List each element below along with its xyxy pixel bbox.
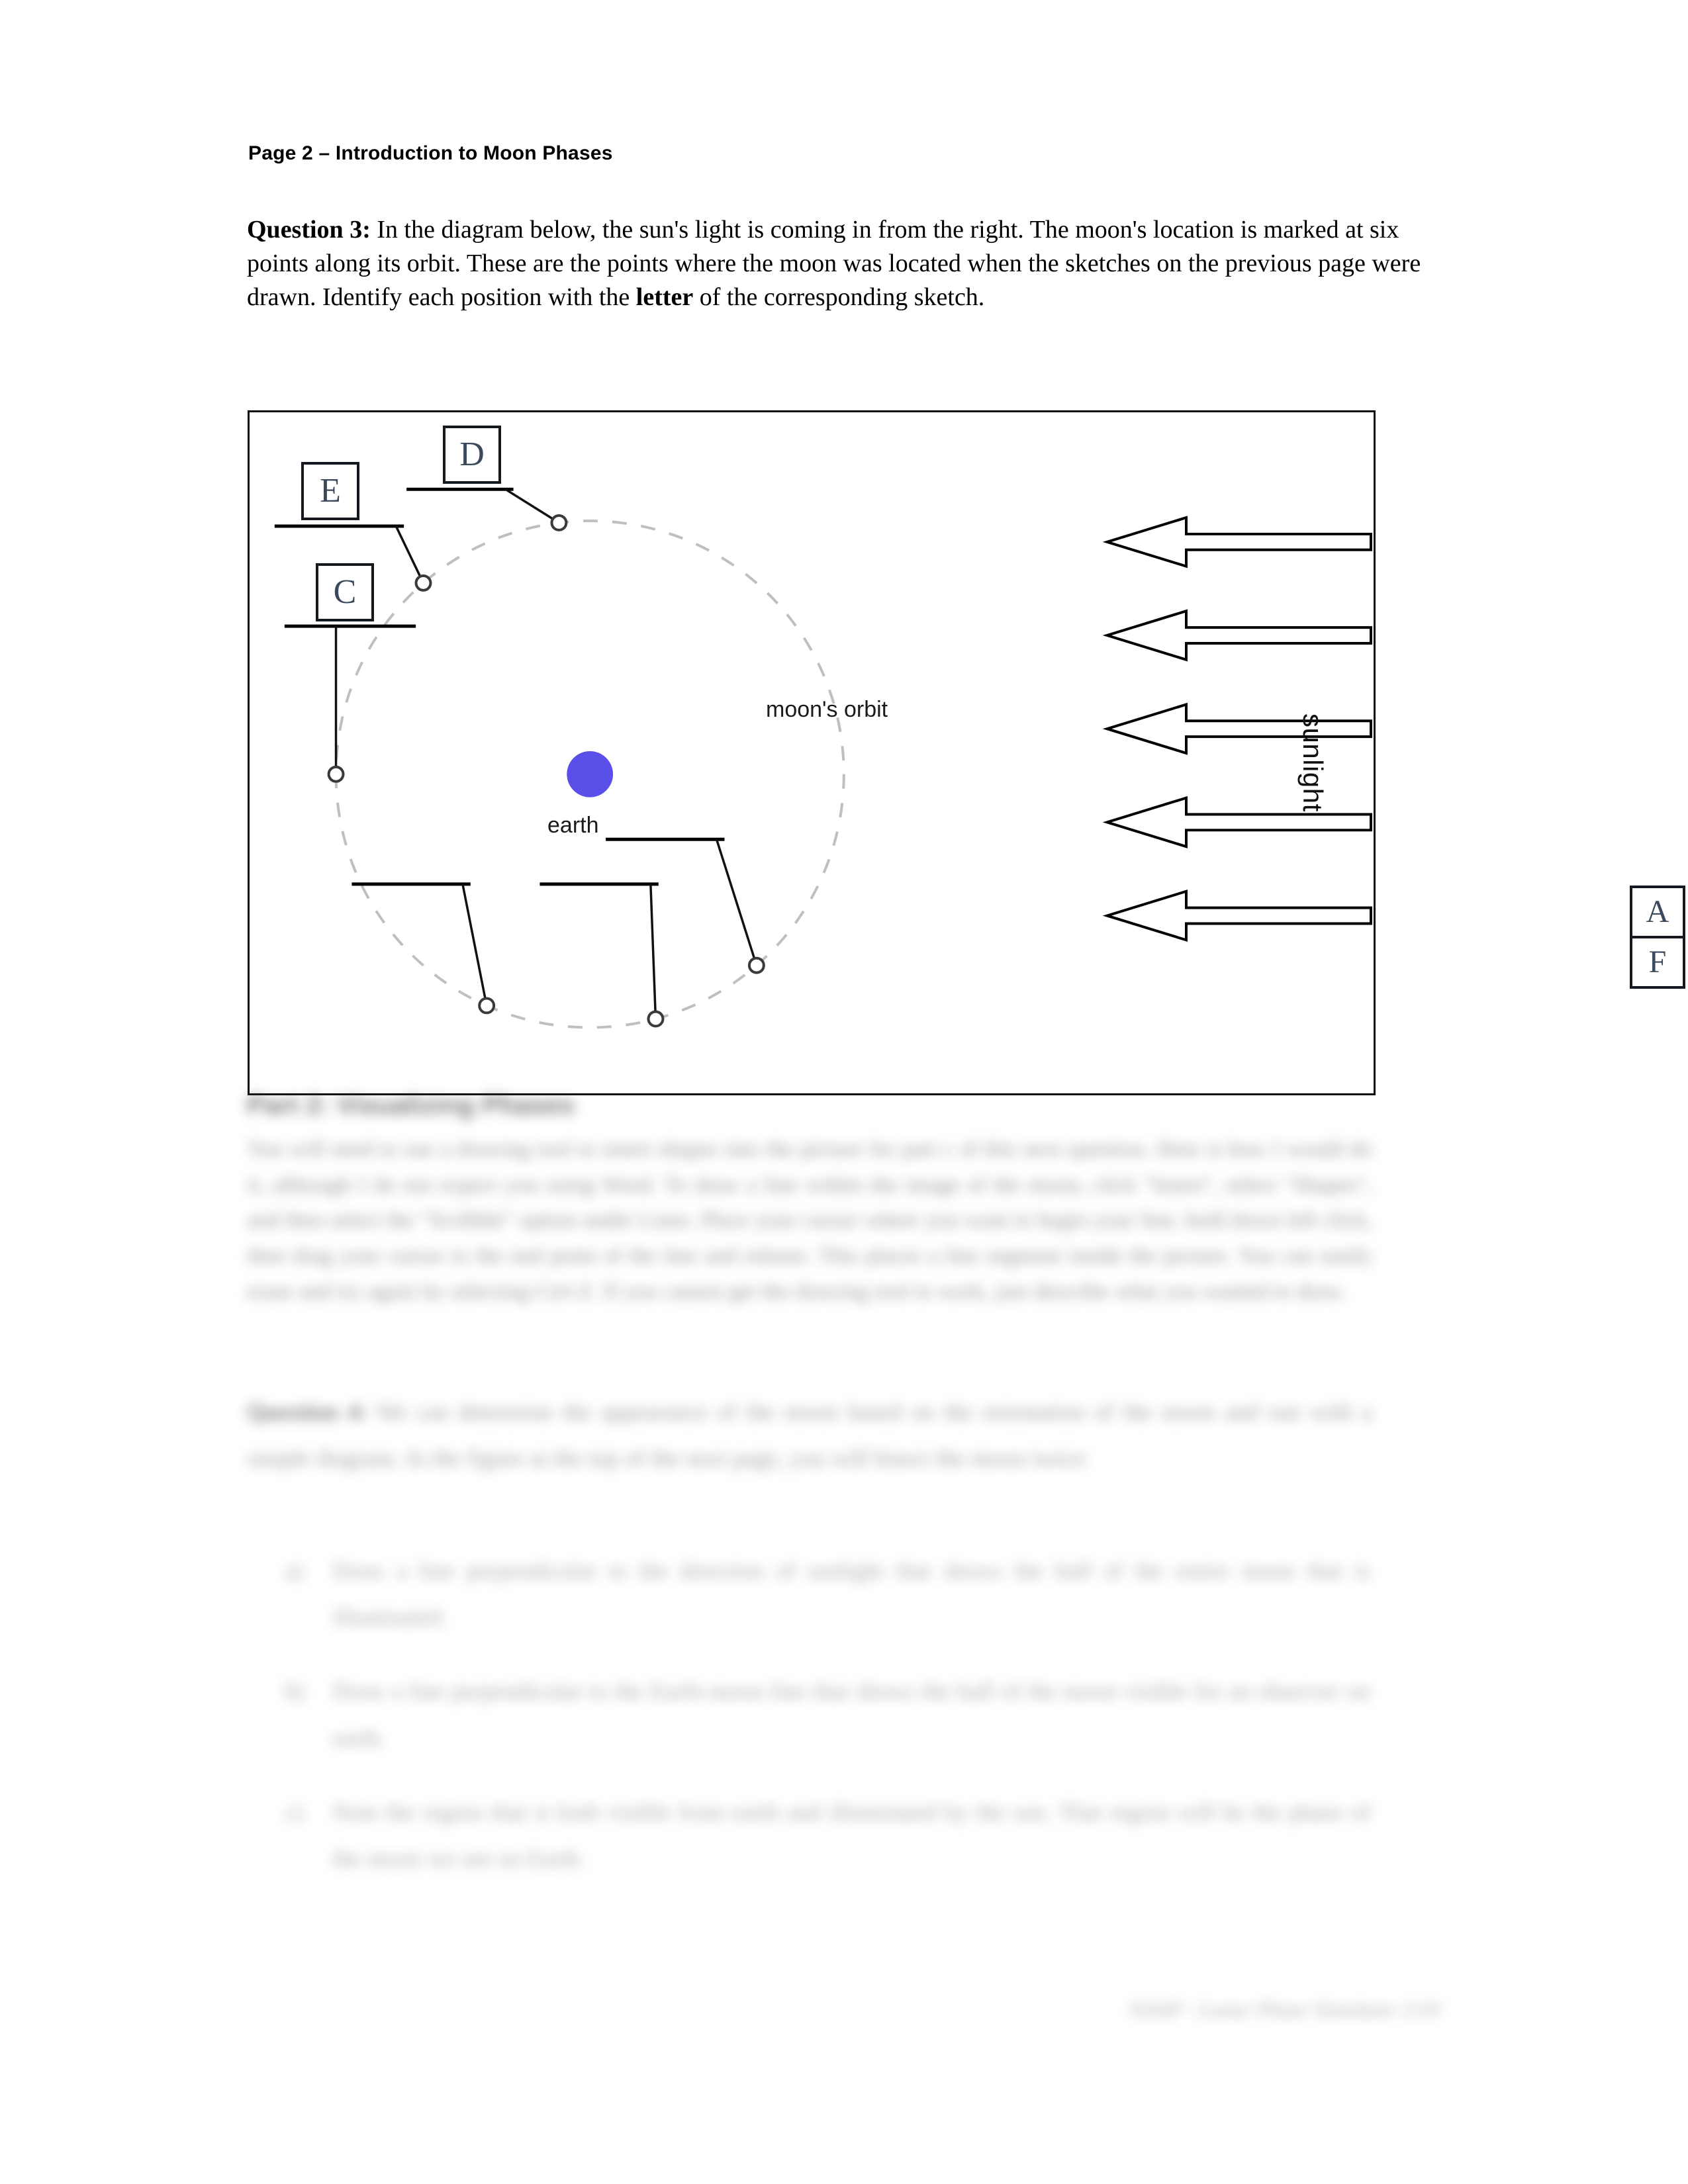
diagram-canvas xyxy=(274,487,1373,1029)
list-item-marker: c) xyxy=(285,1798,303,1825)
part2-paragraph: You will need to use a drawing tool to i… xyxy=(247,1137,1372,1304)
letter-box-e[interactable]: E xyxy=(301,462,359,520)
letter-box-label: F xyxy=(1648,944,1667,979)
list-item: c) Note the region that is both visible … xyxy=(285,1789,1370,1882)
list-item-marker: b) xyxy=(285,1678,305,1705)
blurred-lower-content: Part 2: Visualizing Phases You will need… xyxy=(0,1091,1688,2123)
question-4-list: a) Draw a line perpendicular to the dire… xyxy=(285,1547,1370,1909)
letter-box-c[interactable]: C xyxy=(316,563,374,621)
earth-circle xyxy=(567,751,614,797)
leader-line xyxy=(461,884,488,1006)
question-3-block: Question 3: In the diagram below, the su… xyxy=(247,213,1432,314)
sunlight-arrow xyxy=(1102,702,1373,755)
earth-label: earth xyxy=(547,813,599,838)
letter-box-label: E xyxy=(320,472,341,510)
moon-position-marker[interactable] xyxy=(550,514,568,531)
letter-box-f[interactable]: F xyxy=(1630,936,1685,989)
leader-line xyxy=(395,525,425,584)
moon-position-marker[interactable] xyxy=(414,574,432,592)
page-footer: NAAP - Lunar Phase Simulator 2/10 xyxy=(1129,1997,1440,2021)
letter-box-label: C xyxy=(333,573,357,611)
question-3-text-part2: of the corresponding sketch. xyxy=(693,283,985,311)
sunlight-arrow xyxy=(1102,889,1373,942)
moon-phase-diagram: moon's orbit earth sunlight D E C xyxy=(248,410,1376,1095)
sunlight-arrow-group xyxy=(1102,516,1373,942)
leader-line xyxy=(504,488,560,524)
moon-position-marker[interactable] xyxy=(647,1010,665,1028)
list-item-text: Note the region that is both visible fro… xyxy=(332,1798,1370,1872)
sunlight-arrow xyxy=(1102,516,1373,569)
question-3-label: Question 3: xyxy=(247,216,371,244)
letter-box-d[interactable]: D xyxy=(443,426,501,484)
leader-line xyxy=(649,884,657,1019)
moon-position-marker[interactable] xyxy=(478,997,496,1015)
sunlight-arrow xyxy=(1102,609,1373,662)
moon-position-marker[interactable] xyxy=(747,956,765,974)
list-item: b) Draw a line perpendicular to the Eart… xyxy=(285,1668,1370,1760)
question-4-text: We can determine the appearance of the m… xyxy=(247,1398,1372,1472)
sunlight-label: sunlight xyxy=(1297,713,1329,812)
moon-position-marker[interactable] xyxy=(327,765,345,783)
page-title: Page 2 – Introduction to Moon Phases xyxy=(248,142,613,164)
list-item: a) Draw a line perpendicular to the dire… xyxy=(285,1547,1370,1640)
question-4-label: Question 4: xyxy=(247,1398,367,1425)
letter-box-label: D xyxy=(459,435,485,473)
question-3-emphasis: letter xyxy=(635,283,694,311)
moon-orbit-label: moon's orbit xyxy=(766,697,888,722)
side-letter-stack: AF xyxy=(1630,886,1685,989)
list-item-text: Draw a line perpendicular to the directi… xyxy=(332,1557,1370,1631)
letter-box-a[interactable]: A xyxy=(1630,886,1685,938)
list-item-text: Draw a line perpendicular to the Earth-m… xyxy=(332,1678,1370,1751)
list-item-marker: a) xyxy=(285,1557,303,1584)
leader-line xyxy=(715,839,758,966)
letter-box-label: A xyxy=(1646,894,1669,929)
sunlight-arrow xyxy=(1102,796,1373,848)
